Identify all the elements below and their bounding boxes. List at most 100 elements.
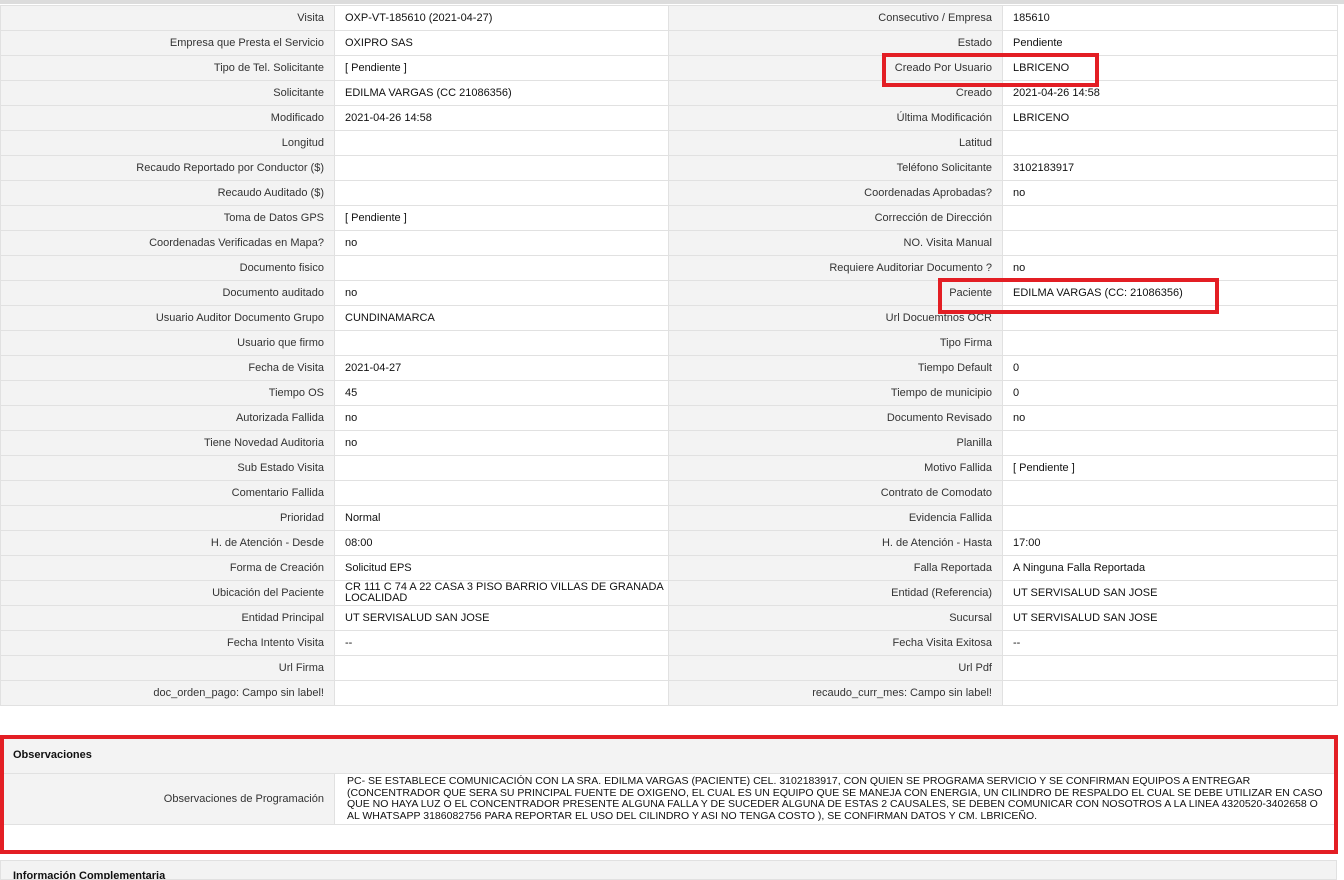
field-row: Ubicación del Paciente CR 111 C 74 A 22 C… xyxy=(0,580,1338,606)
field-row: Fecha de Visita 2021-04-27 Tiempo Default… xyxy=(0,355,1338,381)
field-label: Creado xyxy=(668,80,1003,106)
field-value xyxy=(1002,480,1338,506)
field-value: [ Pendiente ] xyxy=(1002,455,1338,481)
field-label: Tiempo de municipio xyxy=(668,380,1003,406)
field-row: Comentario Fallida Contrato de Comodato xyxy=(0,480,1338,506)
field-value: Pendiente xyxy=(1002,30,1338,56)
field-value xyxy=(1002,430,1338,456)
field-label: Creado Por Usuario xyxy=(668,55,1003,81)
field-label: Latitud xyxy=(668,130,1003,156)
field-value xyxy=(1002,130,1338,156)
field-value: [ Pendiente ] xyxy=(334,205,669,231)
field-value: no xyxy=(334,405,669,431)
field-label: Forma de Creación xyxy=(0,555,335,581)
field-row: Documento auditado no Paciente EDILMA VARG… xyxy=(0,280,1338,306)
field-value: OXP-VT-185610 (2021-04-27) xyxy=(334,5,669,31)
field-value xyxy=(334,155,669,181)
field-value: no xyxy=(1002,255,1338,281)
field-label: Corrección de Dirección xyxy=(668,205,1003,231)
field-label: Usuario Auditor Documento Grupo xyxy=(0,305,335,331)
field-label: Empresa que Presta el Servicio xyxy=(0,30,335,56)
informacion-complementaria-title: Información Complementaria xyxy=(0,860,1337,880)
observaciones-empty-row xyxy=(0,825,1337,852)
field-label: Usuario que firmo xyxy=(0,330,335,356)
field-row: Recaudo Auditado ($) Coordenadas Aprobada… xyxy=(0,180,1338,206)
field-label: Recaudo Reportado por Conductor ($) xyxy=(0,155,335,181)
field-label: recaudo_curr_mes: Campo sin label! xyxy=(668,680,1003,706)
observaciones-title: Observaciones xyxy=(0,736,1337,774)
field-label: Entidad Principal xyxy=(0,605,335,631)
field-label: NO. Visita Manual xyxy=(668,230,1003,256)
field-value: LBRICENO xyxy=(1002,105,1338,131)
field-value xyxy=(334,255,669,281)
field-row: Forma de Creación Solicitud EPS Falla Repo… xyxy=(0,555,1338,581)
field-row: Url Firma Url Pdf xyxy=(0,655,1338,681)
field-label: Estado xyxy=(668,30,1003,56)
field-value: EDILMA VARGAS (CC: 21086356) xyxy=(1002,280,1338,306)
field-value xyxy=(1002,655,1338,681)
field-label: Prioridad xyxy=(0,505,335,531)
field-label: Coordenadas Verificadas en Mapa? xyxy=(0,230,335,256)
field-row: Longitud Latitud xyxy=(0,130,1338,156)
field-value: 0 xyxy=(1002,380,1338,406)
field-label: Planilla xyxy=(668,430,1003,456)
field-value xyxy=(334,330,669,356)
field-label: Url Pdf xyxy=(668,655,1003,681)
field-label: Tiempo OS xyxy=(0,380,335,406)
field-label: Ubicación del Paciente xyxy=(0,580,335,606)
field-value: no xyxy=(334,430,669,456)
field-value: 45 xyxy=(334,380,669,406)
field-value xyxy=(334,130,669,156)
field-value xyxy=(1002,330,1338,356)
field-label: Recaudo Auditado ($) xyxy=(0,180,335,206)
visit-details-table: Visita OXP-VT-185610 (2021-04-27) Consecut… xyxy=(0,5,1338,706)
field-value xyxy=(334,655,669,681)
field-label: Paciente xyxy=(668,280,1003,306)
field-value: CR 111 C 74 A 22 CASA 3 PISO BARRIO VILL… xyxy=(334,580,669,606)
field-row: Prioridad Normal Evidencia Fallida xyxy=(0,505,1338,531)
field-value: EDILMA VARGAS (CC 21086356) xyxy=(334,80,669,106)
observaciones-row: Observaciones de Programación PC- SE EST… xyxy=(0,774,1337,825)
field-label: Documento fisico xyxy=(0,255,335,281)
field-value xyxy=(1002,305,1338,331)
field-row: Tiempo OS 45 Tiempo de municipio 0 xyxy=(0,380,1338,406)
field-value: -- xyxy=(334,630,669,656)
field-value: Normal xyxy=(334,505,669,531)
field-label: Contrato de Comodato xyxy=(668,480,1003,506)
field-value: no xyxy=(1002,180,1338,206)
field-label: H. de Atención - Hasta xyxy=(668,530,1003,556)
field-label: Consecutivo / Empresa xyxy=(668,5,1003,31)
field-value xyxy=(334,680,669,706)
field-value: 17:00 xyxy=(1002,530,1338,556)
field-row: Coordenadas Verificadas en Mapa? no NO. V… xyxy=(0,230,1338,256)
top-bar xyxy=(0,0,1344,4)
field-value: UT SERVISALUD SAN JOSE xyxy=(1002,605,1338,631)
field-label: Fecha Intento Visita xyxy=(0,630,335,656)
field-row: Sub Estado Visita Motivo Fallida[ Pendien… xyxy=(0,455,1338,481)
field-label: Motivo Fallida xyxy=(668,455,1003,481)
field-label: Coordenadas Aprobadas? xyxy=(668,180,1003,206)
field-label: Comentario Fallida xyxy=(0,480,335,506)
field-label: Tiempo Default xyxy=(668,355,1003,381)
field-value: [ Pendiente ] xyxy=(334,55,669,81)
field-row: Visita OXP-VT-185610 (2021-04-27) Consecut… xyxy=(0,5,1338,31)
field-row: Fecha Intento Visita -- Fecha Visita Exit… xyxy=(0,630,1338,656)
field-label: Modificado xyxy=(0,105,335,131)
field-row: Empresa que Presta el Servicio OXIPRO SAS… xyxy=(0,30,1338,56)
field-label: Evidencia Fallida xyxy=(668,505,1003,531)
field-value: 0 xyxy=(1002,355,1338,381)
field-label: Visita xyxy=(0,5,335,31)
field-row: Entidad Principal UT SERVISALUD SAN JOSE S… xyxy=(0,605,1338,631)
field-value: OXIPRO SAS xyxy=(334,30,669,56)
field-label: Fecha Visita Exitosa xyxy=(668,630,1003,656)
field-label: Tipo de Tel. Solicitante xyxy=(0,55,335,81)
field-value xyxy=(1002,230,1338,256)
field-value: 2021-04-27 xyxy=(334,355,669,381)
field-value: LBRICENO xyxy=(1002,55,1338,81)
field-label: Entidad (Referencia) xyxy=(668,580,1003,606)
observaciones-text: PC- SE ESTABLECE COMUNICACIÓN CON LA SRA… xyxy=(347,775,1323,822)
field-value: -- xyxy=(1002,630,1338,656)
field-label: Url Docuemtnos OCR xyxy=(668,305,1003,331)
observaciones-label: Observaciones de Programación xyxy=(1,774,335,824)
field-label: Autorizada Fallida xyxy=(0,405,335,431)
